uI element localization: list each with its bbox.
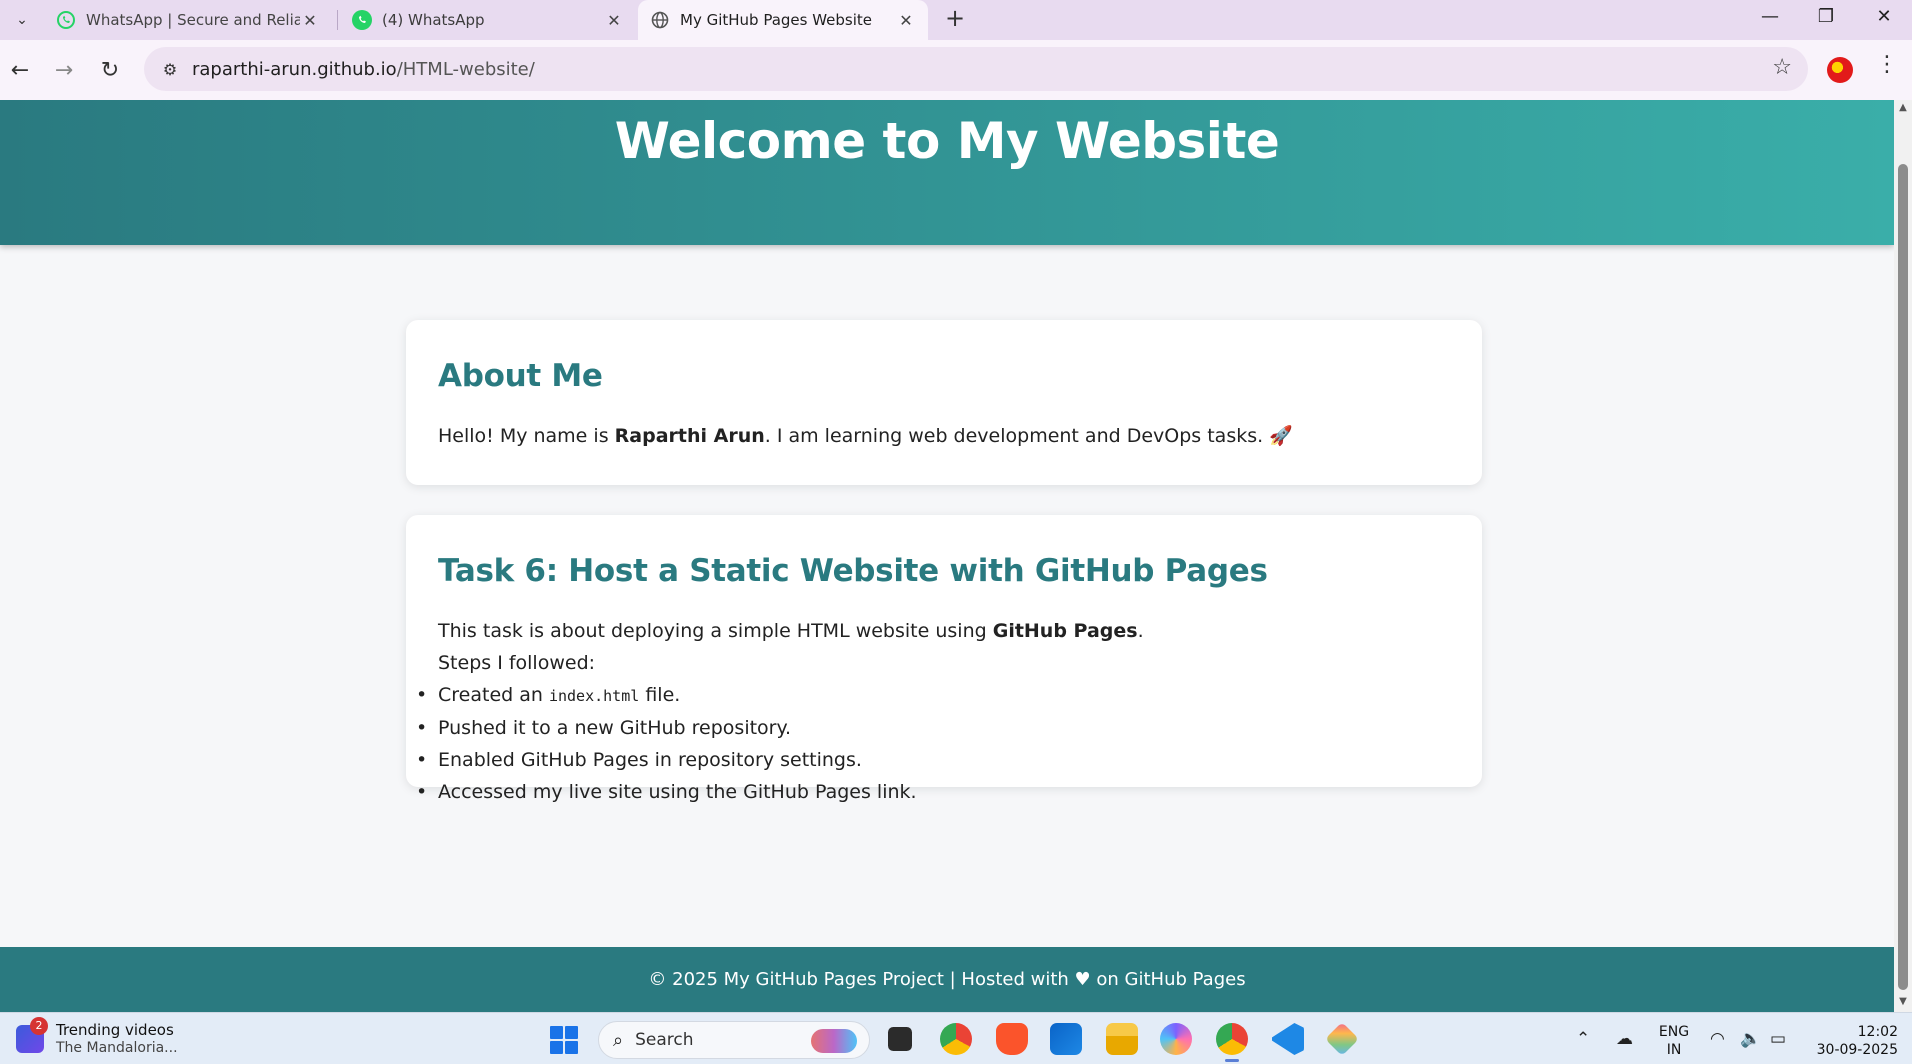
about-intro: Hello! My name is — [438, 425, 615, 447]
close-tab-icon[interactable]: ✕ — [300, 11, 320, 30]
tab-whatsapp[interactable]: WhatsApp | Secure and Reliable ✕ — [44, 0, 332, 40]
profile-avatar[interactable] — [1827, 57, 1853, 83]
url-path: /HTML-website/ — [396, 58, 535, 80]
reload-icon: ↻ — [100, 57, 120, 83]
wifi-icon[interactable]: ◠ — [1710, 1029, 1725, 1049]
new-tab-button[interactable]: + — [940, 4, 970, 32]
search-icon: ⌕ — [613, 1029, 624, 1051]
task-desc-post: . — [1137, 620, 1144, 642]
back-button[interactable]: ← — [2, 52, 38, 88]
about-heading: About Me — [438, 358, 603, 394]
chevron-up-icon[interactable]: ⌃ — [1576, 1029, 1590, 1049]
site-title: Welcome to My Website — [614, 112, 1280, 170]
page-scrollbar[interactable]: ▲ ▼ — [1894, 100, 1912, 1012]
copilot-app-icon[interactable] — [1160, 1023, 1192, 1055]
globe-icon — [650, 10, 670, 30]
about-text: Hello! My name is Raparthi Arun. I am le… — [438, 420, 1450, 452]
list-item: Enabled GitHub Pages in repository setti… — [412, 744, 1450, 776]
step1-post: file. — [639, 684, 681, 706]
whatsapp-icon — [56, 10, 76, 30]
task-desc-bold: GitHub Pages — [992, 620, 1138, 642]
microsoft-store-icon[interactable] — [1050, 1023, 1082, 1055]
tab-search-dropdown[interactable]: ⌄ — [8, 6, 36, 34]
site-settings-icon[interactable]: ⚙ — [152, 60, 188, 79]
bookmark-star-icon[interactable]: ☆ — [1772, 55, 1792, 80]
language-code: ENG — [1658, 1024, 1690, 1040]
scroll-down-arrow-icon[interactable]: ▼ — [1894, 996, 1912, 1010]
notification-badge: 2 — [30, 1017, 48, 1035]
url-domain: raparthi-arun.github.io — [192, 58, 397, 80]
site-footer: © 2025 My GitHub Pages Project | Hosted … — [0, 947, 1894, 1012]
scroll-up-arrow-icon[interactable]: ▲ — [1894, 102, 1912, 116]
search-label: Search — [635, 1030, 694, 1050]
tab-separator — [337, 10, 338, 30]
task-desc-pre: This task is about deploying a simple HT… — [438, 620, 993, 642]
search-highlight-icon — [811, 1029, 857, 1053]
scrollbar-thumb[interactable] — [1898, 164, 1908, 990]
tab-whatsapp-web[interactable]: (4) WhatsApp ✕ — [340, 0, 636, 40]
tab-title: WhatsApp | Secure and Reliable — [86, 11, 300, 29]
chrome-app-icon-active[interactable] — [1216, 1023, 1248, 1062]
minimize-button[interactable]: — — [1742, 0, 1798, 32]
clock-time: 12:02 — [1857, 1024, 1898, 1040]
windows-start-icon[interactable] — [550, 1026, 578, 1054]
taskbar: 2 Trending videos The Mandaloria... ⌕ Se… — [0, 1012, 1912, 1064]
list-item: Accessed my live site using the GitHub P… — [412, 776, 1450, 808]
onedrive-offline-icon[interactable]: ☁ — [1616, 1029, 1633, 1049]
widgets-icon: 2 — [16, 1017, 48, 1053]
file-explorer-icon[interactable] — [1106, 1023, 1138, 1055]
whatsapp-business-icon — [352, 10, 372, 30]
step1-pre: Created an — [438, 684, 549, 706]
about-outro: . I am learning web development and DevO… — [764, 425, 1293, 447]
steps-list: Created an index.html file. Pushed it to… — [412, 679, 1450, 808]
language-indicator[interactable]: ENG IN — [1656, 1023, 1692, 1059]
widget-subtitle: The Mandaloria... — [56, 1040, 178, 1056]
tab-strip: ⌄ WhatsApp | Secure and Reliable ✕ (4) W… — [0, 0, 1912, 40]
terminal-app-icon[interactable] — [888, 1027, 912, 1051]
steps-label: Steps I followed: — [438, 652, 596, 674]
page-viewport: Welcome to My Website About Me Hello! My… — [0, 100, 1894, 1012]
forward-button[interactable]: → — [46, 52, 82, 88]
battery-icon[interactable]: ▭ — [1770, 1029, 1786, 1049]
task-heading: Task 6: Host a Static Website with GitHu… — [438, 553, 1268, 589]
widget-title: Trending videos — [56, 1021, 174, 1039]
arrow-right-icon: → — [54, 57, 74, 83]
about-card: About Me Hello! My name is Raparthi Arun… — [406, 320, 1482, 485]
task-card: Task 6: Host a Static Website with GitHu… — [406, 515, 1482, 808]
reload-button[interactable]: ↻ — [92, 52, 128, 88]
site-header: Welcome to My Website — [0, 100, 1894, 245]
taskbar-search[interactable]: ⌕ Search — [598, 1021, 870, 1059]
arrow-left-icon: ← — [10, 57, 30, 83]
address-bar[interactable]: ⚙ raparthi-arun.github.io/HTML-website/ … — [144, 47, 1808, 91]
browser-toolbar: ← → ↻ ⚙ raparthi-arun.github.io/HTML-web… — [0, 40, 1912, 100]
author-name: Raparthi Arun — [614, 425, 765, 447]
url-text[interactable]: raparthi-arun.github.io/HTML-website/ — [192, 59, 535, 80]
vscode-app-icon[interactable] — [1272, 1023, 1304, 1055]
tab-title: My GitHub Pages Website — [680, 11, 873, 29]
tab-github-pages[interactable]: My GitHub Pages Website ✕ — [638, 0, 928, 40]
news-widget[interactable]: 2 Trending videos The Mandaloria... — [16, 1017, 178, 1057]
browser-menu-icon[interactable]: ⋮ — [1876, 52, 1898, 77]
volume-icon[interactable]: 🔈 — [1740, 1029, 1761, 1049]
clock-date: 30-09-2025 — [1816, 1042, 1898, 1058]
tab-title: (4) WhatsApp — [382, 11, 485, 29]
filename-code: index.html — [548, 687, 640, 705]
close-window-button[interactable]: ✕ — [1856, 0, 1912, 32]
chrome-app-icon[interactable] — [940, 1023, 972, 1055]
list-item: Created an index.html file. — [412, 679, 1450, 712]
brave-app-icon[interactable] — [996, 1023, 1028, 1055]
git-app-icon[interactable] — [1325, 1022, 1359, 1056]
restore-button[interactable]: ❐ — [1798, 0, 1854, 32]
close-tab-icon[interactable]: ✕ — [604, 11, 624, 30]
chevron-down-icon: ⌄ — [16, 12, 28, 28]
region-code: IN — [1666, 1042, 1682, 1058]
task-description: This task is about deploying a simple HT… — [438, 615, 1450, 647]
close-tab-icon[interactable]: ✕ — [896, 11, 916, 30]
list-item: Pushed it to a new GitHub repository. — [412, 712, 1450, 744]
clock[interactable]: 12:02 30-09-2025 — [1806, 1023, 1898, 1059]
